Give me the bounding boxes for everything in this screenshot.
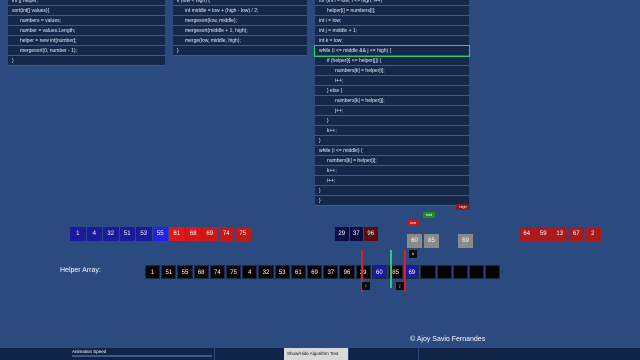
animation-speed-control[interactable]: Animation Speed	[0, 348, 215, 360]
code-line: helper = new int[number];	[8, 36, 165, 46]
array-cell: 69	[458, 234, 473, 248]
array-cell: 67	[568, 227, 584, 241]
code-line: k++;	[315, 126, 469, 136]
code-line: helper[i] = numbers[i];	[315, 6, 469, 16]
code-line: j++;	[315, 106, 469, 116]
helper-cell: 1	[145, 265, 161, 279]
footer-segment	[214, 348, 285, 360]
array-cell: 60	[407, 234, 422, 248]
credit-text: © Ajoy Savio Fernandes	[410, 336, 486, 343]
code-line: } else {	[315, 86, 469, 96]
pointer-k-line	[390, 250, 392, 288]
animation-speed-label: Animation Speed	[72, 349, 107, 354]
code-line: }	[315, 196, 469, 206]
helper-cell: 32	[258, 265, 274, 279]
pointer-k-label: k	[409, 250, 417, 258]
helper-cell: 68	[193, 265, 209, 279]
code-line: if (helper[i] <= helper[j]) {	[315, 56, 469, 66]
code-line: numbers[k] = helper[j];	[315, 96, 469, 106]
footer-bar: Animation Speed Show/Hide Algorithm Text	[0, 348, 640, 360]
helper-cell: 4	[242, 265, 258, 279]
helper-array-label: Helper Array:	[60, 267, 101, 274]
helper-cell	[485, 265, 501, 279]
pointer-i-label: i	[362, 282, 370, 290]
helper-cell: 61	[290, 265, 306, 279]
code-line: mergesort(low, middle);	[173, 16, 307, 26]
code-line: int j = middle + 1;	[315, 26, 469, 36]
code-line: int k = low;	[315, 36, 469, 46]
footer-segment	[348, 348, 419, 360]
code-line: numbers[k] = helper[i];	[315, 156, 469, 166]
code-line: }	[315, 116, 469, 126]
helper-cell: 69	[307, 265, 323, 279]
array-cell: 69	[202, 227, 218, 241]
helper-cell	[420, 265, 436, 279]
array-cell: 29	[335, 227, 349, 241]
array-cell: 75	[235, 227, 251, 241]
code-line: merge(low, middle, high);	[173, 36, 307, 46]
code-line: int middle = low + (high - low) / 2;	[173, 6, 307, 16]
toggle-algorithm-text-button[interactable]: Show/Hide Algorithm Text	[284, 348, 349, 360]
high-tag: high	[456, 204, 470, 210]
array-cell: 59	[535, 227, 551, 241]
array-cell: 61	[169, 227, 185, 241]
array-cell: 4	[86, 227, 102, 241]
code-line: while (i <= middle) {	[315, 146, 469, 156]
array-cell: 1	[70, 227, 86, 241]
mid-tag: mid	[423, 212, 435, 218]
toggle-button-label: Show/Hide Algorithm Text	[287, 351, 339, 356]
code-line: mergesort(0, number - 1);	[8, 46, 165, 56]
helper-cell	[469, 265, 485, 279]
array-cell: 68	[185, 227, 201, 241]
array-cell: 37	[349, 227, 363, 241]
code-line: numbers[k] = helper[i];	[315, 66, 469, 76]
code-panel-mergesort: if (low < high) {int middle = low + (hig…	[173, 0, 307, 56]
code-line: }	[173, 46, 307, 56]
pointer-j-line	[404, 250, 406, 292]
helper-cell: 69	[404, 265, 420, 279]
code-line: }	[315, 136, 469, 146]
code-line: k++;	[315, 166, 469, 176]
code-panel-merge: for (int i = low; i <= high; i++) helper[…	[314, 0, 470, 206]
code-line: numbers = values;	[8, 16, 165, 26]
helper-cell: 96	[339, 265, 355, 279]
code-line: }	[315, 186, 469, 196]
code-line: number = values.Length;	[8, 26, 165, 36]
code-line: }	[8, 56, 165, 66]
array-cell: 2	[585, 227, 601, 241]
array-cell: 51	[119, 227, 135, 241]
code-line: sort(int[] values){	[8, 6, 165, 16]
helper-cell: 29	[355, 265, 371, 279]
array-cell: 64	[519, 227, 535, 241]
array-cell: 53	[136, 227, 152, 241]
array-cell: 96	[364, 227, 378, 241]
code-line: mergesort(middle + 1, high);	[173, 26, 307, 36]
helper-cell: 74	[209, 265, 225, 279]
array-cell: 74	[218, 227, 234, 241]
helper-cell: 53	[274, 265, 290, 279]
array-cell: 13	[552, 227, 568, 241]
low-tag: low	[407, 220, 419, 226]
pointer-j-label: j	[396, 282, 404, 290]
array-cell: 85	[424, 234, 439, 248]
helper-cell: 55	[177, 265, 193, 279]
helper-cell	[452, 265, 468, 279]
array-cell: 32	[103, 227, 119, 241]
speed-slider[interactable]	[72, 355, 212, 357]
code-line: while (i <= middle && j <= high) {	[314, 45, 470, 57]
helper-cell: 51	[161, 265, 177, 279]
helper-cell: 37	[323, 265, 339, 279]
footer-segment	[418, 348, 640, 360]
helper-cell: 60	[371, 265, 387, 279]
helper-cell: 75	[226, 265, 242, 279]
code-panel-sort: int [] helper; sort(int[] values){numbers…	[8, 0, 165, 66]
array-cell: 55	[152, 227, 168, 241]
code-line: i++;	[315, 176, 469, 186]
code-line: int i = low;	[315, 16, 469, 26]
code-line: i++;	[315, 76, 469, 86]
helper-cell	[436, 265, 452, 279]
